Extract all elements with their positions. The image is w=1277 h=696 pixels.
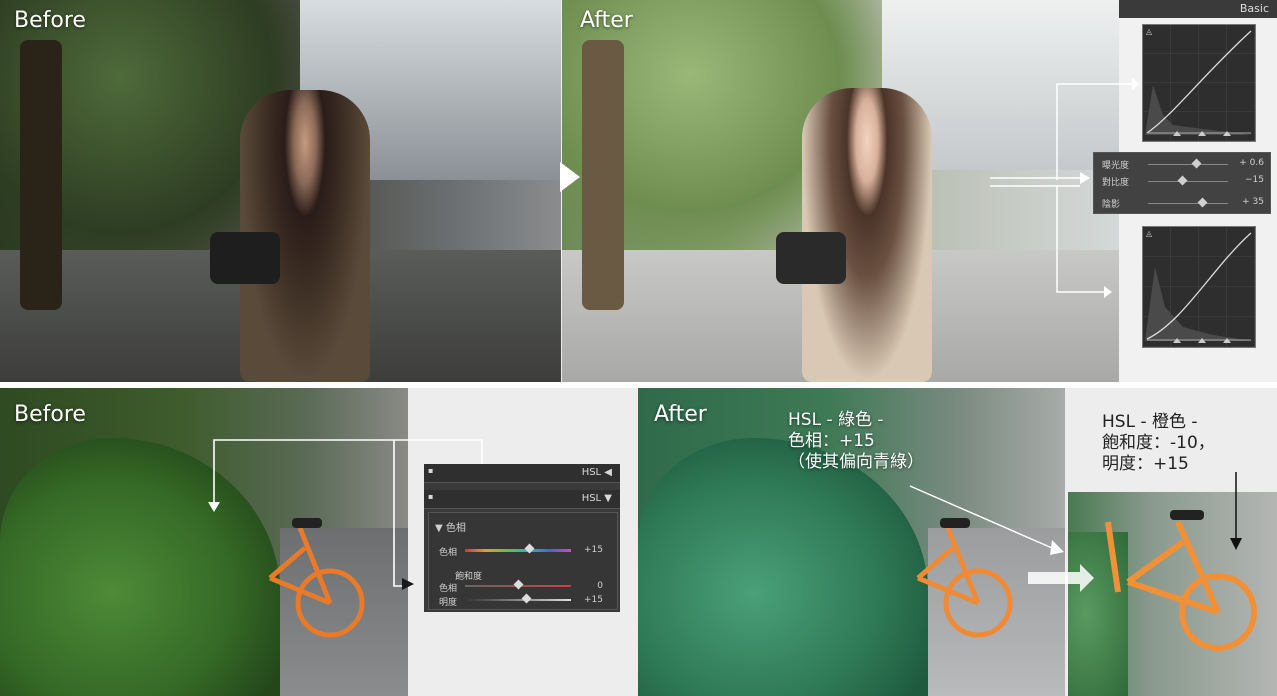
tree-trunk [20,40,62,310]
luminance-slider-label: 明度 [439,598,458,608]
after-label-bottom: After [654,402,707,427]
arrow-right-icon [402,578,414,590]
slider-value: + 35 [1242,197,1264,207]
before-label-bottom: Before [14,402,86,427]
luminance-slider-value: +15 [584,595,603,605]
slider-thumb[interactable] [1191,158,1202,169]
hue-section-label[interactable]: ▼ 色相 [435,519,466,534]
hue-slider-track[interactable] [465,549,571,552]
hsl-panel: ▪ HSL ◀ ▪ HSL ▼ ▼ 色相 色相 +15 飽和度 色相 0 明度 … [424,464,620,612]
hue-slider-value: +15 [584,545,603,555]
camera [776,232,846,284]
sat-hue-label: 色相 [439,584,458,594]
saturation-slider-thumb[interactable] [513,579,524,590]
before-photo-portrait: Before [0,0,561,382]
bottom-callout-arrows [909,472,1242,592]
hsl-adjustments: ▼ 色相 色相 +15 飽和度 色相 0 明度 +15 [428,512,618,610]
histogram-icon: ◬ [1146,27,1153,36]
tone-curve-graph-2[interactable]: ◬ [1142,226,1256,348]
hsl-header-collapsed[interactable]: ▪ HSL ◀ [424,464,620,483]
after-label-top: After [580,8,633,33]
basic-panel-header[interactable]: Basic [1119,0,1277,18]
basic-panel-title: Basic [1239,2,1269,15]
slider-thumb[interactable] [1197,197,1208,208]
luminance-slider-thumb[interactable] [522,593,532,604]
camera [210,232,280,284]
saturation-section-label: 飽和度 [455,572,483,582]
histogram-icon: ◬ [1146,229,1153,238]
hsl-bar-label: HSL ◀ [581,467,612,478]
panel-toggle-icon: ▪ [428,466,434,475]
slider-track [1148,164,1228,165]
hsl-bar-label: HSL ▼ [581,493,612,504]
luminance-slider-track[interactable] [465,599,571,601]
slider-value: + 0.6 [1239,158,1264,168]
slider-track [1148,203,1228,204]
tone-curve-graph-1[interactable]: ◬ [1142,24,1256,142]
play-arrow-icon [560,162,580,192]
panel-toggle-icon: ▪ [428,492,434,501]
top-callout-arrows [990,78,1140,298]
slider-thumb[interactable] [1177,175,1188,186]
before-label-top: Before [14,8,86,33]
hsl-header-expanded[interactable]: ▪ HSL ▼ [424,490,620,509]
saturation-slider-value: 0 [597,581,603,591]
hue-slider-label: 色相 [439,548,458,558]
slider-track [1148,181,1228,182]
tree-trunk [582,40,624,310]
slider-value: −15 [1245,175,1264,185]
